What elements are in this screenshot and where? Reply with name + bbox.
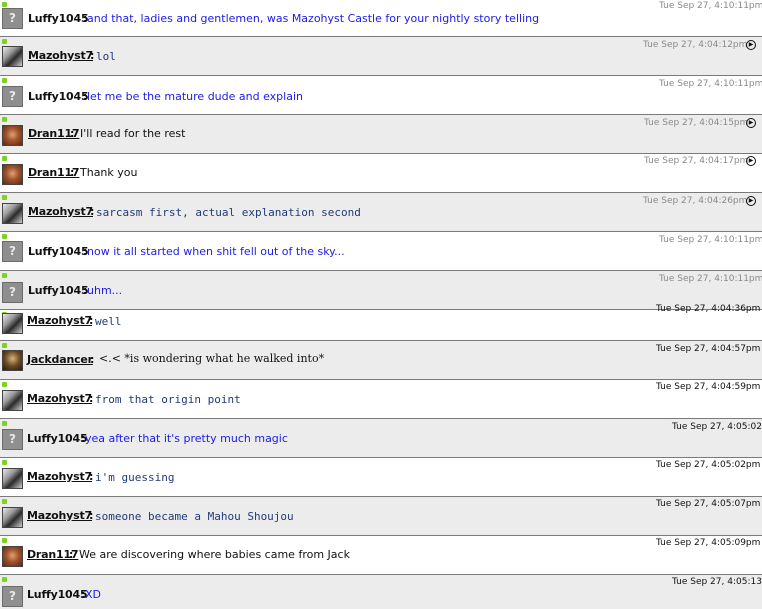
username[interactable]: Luffy1045 bbox=[28, 90, 89, 103]
default-avatar-icon[interactable]: ? bbox=[2, 586, 23, 607]
chat-message: Mazohyst7 : from that origin point Tue S… bbox=[0, 380, 762, 419]
message-text: let me be the mature dude and explain bbox=[87, 90, 303, 103]
chat-message: Mazohyst7 : someone became a Mahou Shouj… bbox=[0, 497, 762, 536]
chat-message: Mazohyst7 : well Tue Sep 27, 4:04:36pm bbox=[0, 304, 762, 341]
online-indicator bbox=[2, 421, 7, 426]
timestamp: Tue Sep 27, 4:05:02pm bbox=[672, 422, 762, 432]
timestamp: Tue Sep 27, 4:04:36pm bbox=[656, 304, 761, 314]
username[interactable]: Mazohyst7 bbox=[27, 509, 92, 522]
reply-icon[interactable]: ▶ bbox=[746, 40, 756, 50]
timestamp: Tue Sep 27, 4:04:12pm bbox=[643, 40, 748, 50]
timestamp: Tue Sep 27, 4:04:26pm bbox=[643, 196, 748, 206]
username[interactable]: Luffy1045 bbox=[28, 284, 89, 297]
chat-message: Dran117 : I'll read for the rest Tue Sep… bbox=[0, 115, 762, 154]
user-avatar-icon[interactable] bbox=[2, 313, 23, 334]
username[interactable]: Luffy1045 bbox=[28, 12, 89, 25]
default-avatar-icon[interactable]: ? bbox=[2, 241, 23, 262]
username[interactable]: Luffy1045 bbox=[27, 588, 88, 601]
default-avatar-icon[interactable]: ? bbox=[2, 282, 23, 303]
message-text: from that origin point bbox=[95, 393, 241, 406]
timestamp: Tue Sep 27, 4:05:07pm bbox=[656, 499, 761, 509]
chat-message: ? Luffy1045 : now it all started when sh… bbox=[0, 232, 762, 271]
default-avatar-icon[interactable]: ? bbox=[2, 86, 23, 107]
online-indicator bbox=[2, 577, 7, 582]
message-text: someone became a Mahou Shoujou bbox=[95, 510, 294, 523]
message-text: lol bbox=[96, 50, 116, 63]
user-avatar-icon[interactable] bbox=[2, 468, 23, 489]
username[interactable]: Luffy1045 bbox=[27, 432, 88, 445]
online-indicator bbox=[2, 39, 7, 44]
message-text: We are discovering where babies came fro… bbox=[79, 548, 350, 561]
user-avatar-icon[interactable] bbox=[2, 390, 23, 411]
chat-message: Mazohyst7 : lol Tue Sep 27, 4:04:12pm ▶ bbox=[0, 37, 762, 76]
online-indicator bbox=[2, 195, 7, 200]
message-text: uhm... bbox=[87, 284, 123, 297]
reply-icon[interactable]: ▶ bbox=[746, 156, 756, 166]
online-indicator bbox=[2, 460, 7, 465]
chat-message: ? Luffy1045 : and that, ladies and gentl… bbox=[0, 0, 762, 37]
timestamp: Tue Sep 27, 4:04:17pm bbox=[644, 156, 749, 166]
username[interactable]: Mazohyst7 bbox=[27, 392, 92, 405]
username[interactable]: Mazohyst7 bbox=[27, 314, 92, 327]
online-indicator bbox=[2, 343, 7, 348]
message-text: <.< *is wondering what he walked into* bbox=[99, 352, 325, 365]
timestamp: Tue Sep 27, 4:04:59pm bbox=[656, 382, 761, 392]
message-text: well bbox=[95, 315, 122, 328]
reply-icon[interactable]: ▶ bbox=[746, 118, 756, 128]
online-indicator bbox=[2, 78, 7, 83]
default-avatar-icon[interactable]: ? bbox=[2, 8, 23, 29]
online-indicator bbox=[2, 382, 7, 387]
timestamp: Tue Sep 27, 4:05:02pm bbox=[656, 460, 761, 470]
chat-message: ? Luffy1045 : uhm... Tue Sep 27, 4:10:11… bbox=[0, 271, 762, 310]
chat-message: Mazohyst7 : sarcasm first, actual explan… bbox=[0, 193, 762, 232]
reply-icon[interactable]: ▶ bbox=[746, 196, 756, 206]
message-text: Thank you bbox=[80, 166, 138, 179]
message-text: sarcasm first, actual explanation second bbox=[96, 206, 361, 219]
user-avatar-icon[interactable] bbox=[2, 203, 23, 224]
timestamp: Tue Sep 27, 4:04:15pm bbox=[644, 118, 749, 128]
timestamp: Tue Sep 27, 4:10:11pm bbox=[659, 274, 762, 284]
user-avatar-icon[interactable] bbox=[2, 125, 23, 146]
timestamp: Tue Sep 27, 4:10:11pm bbox=[659, 1, 762, 11]
chat-log: ? Luffy1045 : and that, ladies and gentl… bbox=[0, 0, 762, 609]
message-text: XD bbox=[85, 588, 102, 601]
online-indicator bbox=[2, 2, 7, 7]
chat-message: Jackdancer : <.< *is wondering what he w… bbox=[0, 341, 762, 380]
user-avatar-icon[interactable] bbox=[2, 350, 23, 371]
online-indicator bbox=[2, 117, 7, 122]
user-avatar-icon[interactable] bbox=[2, 546, 23, 567]
message-text: now it all started when shit fell out of… bbox=[87, 245, 345, 258]
timestamp: Tue Sep 27, 4:10:11pm bbox=[659, 235, 762, 245]
online-indicator bbox=[2, 156, 7, 161]
username[interactable]: Luffy1045 bbox=[28, 245, 89, 258]
online-indicator bbox=[2, 499, 7, 504]
chat-message: Dran117 : We are discovering where babie… bbox=[0, 536, 762, 575]
user-avatar-icon[interactable] bbox=[2, 164, 23, 185]
message-text: I'll read for the rest bbox=[80, 127, 186, 140]
timestamp: Tue Sep 27, 4:10:11pm bbox=[659, 79, 762, 89]
username[interactable]: Jackdancer bbox=[27, 353, 93, 366]
timestamp: Tue Sep 27, 4:05:09pm bbox=[656, 538, 761, 548]
chat-message: ? Luffy1045 : XD Tue Sep 27, 4:05:13pm bbox=[0, 575, 762, 609]
message-text: yea after that it's pretty much magic bbox=[85, 432, 288, 445]
username[interactable]: Mazohyst7 bbox=[28, 205, 93, 218]
user-avatar-icon[interactable] bbox=[2, 46, 23, 67]
chat-message: Mazohyst7 : i'm guessing Tue Sep 27, 4:0… bbox=[0, 458, 762, 497]
timestamp: Tue Sep 27, 4:04:57pm bbox=[656, 344, 761, 354]
timestamp: Tue Sep 27, 4:05:13pm bbox=[672, 577, 762, 587]
chat-message: ? Luffy1045 : yea after that it's pretty… bbox=[0, 419, 762, 458]
message-text: and that, ladies and gentlemen, was Mazo… bbox=[87, 12, 540, 25]
online-indicator bbox=[2, 273, 7, 278]
message-text: i'm guessing bbox=[95, 471, 175, 484]
online-indicator bbox=[2, 234, 7, 239]
online-indicator bbox=[2, 538, 7, 543]
username[interactable]: Mazohyst7 bbox=[28, 49, 93, 62]
default-avatar-icon[interactable]: ? bbox=[2, 429, 23, 450]
chat-message: ? Luffy1045 : let me be the mature dude … bbox=[0, 76, 762, 115]
user-avatar-icon[interactable] bbox=[2, 507, 23, 528]
chat-message: Dran117 : Thank you Tue Sep 27, 4:04:17p… bbox=[0, 154, 762, 193]
username[interactable]: Mazohyst7 bbox=[27, 470, 92, 483]
